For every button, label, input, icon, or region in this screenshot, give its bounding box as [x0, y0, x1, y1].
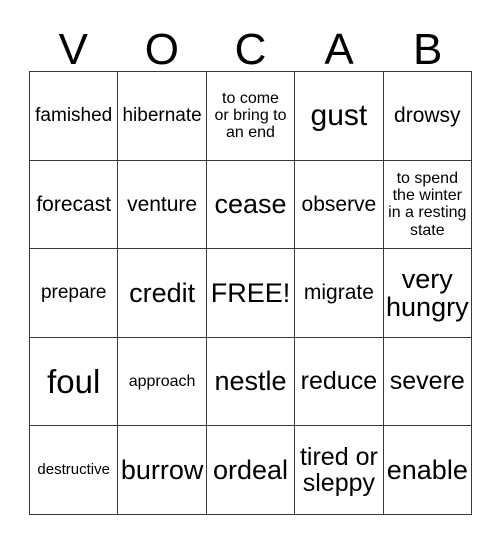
bingo-cell-label: foul: [47, 363, 101, 401]
bingo-cell-label: ordeal: [212, 455, 289, 486]
bingo-header-letter: B: [412, 25, 443, 75]
bingo-cell-label: reduce: [300, 367, 378, 396]
bingo-cell[interactable]: burrow: [118, 426, 207, 515]
bingo-cell-label: approach: [128, 372, 196, 390]
bingo-free-space-cell[interactable]: FREE!: [206, 249, 296, 338]
bingo-card: V O C A B famished hibernate to come or br…: [0, 0, 500, 544]
bingo-cell-label: severe: [389, 367, 465, 396]
bingo-cell-label: famished: [35, 104, 113, 126]
bingo-header-letter: C: [234, 25, 267, 75]
bingo-cell[interactable]: destructive: [30, 426, 119, 515]
bingo-cell[interactable]: reduce: [295, 337, 384, 427]
bingo-cell-label: FREE!: [210, 277, 291, 308]
bingo-cell[interactable]: ordeal: [206, 426, 296, 515]
bingo-cell-label: cease: [214, 189, 287, 220]
bingo-cell-label: to spend the winter in a resting state: [388, 169, 467, 239]
bingo-header-cell-1: O: [118, 16, 207, 75]
bingo-cell[interactable]: tired or sleppy: [295, 426, 384, 515]
bingo-cell[interactable]: forecast: [30, 160, 119, 250]
bingo-cell-label: destructive: [37, 461, 110, 479]
bingo-grid: famished hibernate to come or bring to an …: [29, 71, 472, 515]
bingo-cell[interactable]: famished: [30, 72, 119, 161]
bingo-header-cell-2: C: [206, 16, 295, 75]
bingo-cell-label: nestle: [214, 366, 287, 397]
bingo-cell-label: tired or sleppy: [299, 442, 378, 498]
bingo-cell[interactable]: nestle: [206, 337, 296, 427]
bingo-cell[interactable]: drowsy: [383, 72, 472, 161]
bingo-cell-label: hibernate: [122, 104, 202, 126]
bingo-cell[interactable]: foul: [30, 337, 119, 427]
bingo-header-cell-3: A: [295, 16, 384, 75]
bingo-cell-label: observe: [301, 192, 377, 216]
bingo-cell[interactable]: to come or bring to an end: [206, 72, 296, 161]
bingo-cell[interactable]: credit: [118, 249, 207, 338]
bingo-header-cell-0: V: [29, 16, 118, 75]
bingo-cell-label: venture: [127, 192, 198, 216]
bingo-cell-label: very hungry: [386, 263, 469, 322]
bingo-cell-label: enable: [386, 455, 468, 486]
bingo-cell[interactable]: hibernate: [118, 72, 207, 161]
bingo-cell[interactable]: very hungry: [383, 249, 472, 338]
bingo-cell[interactable]: approach: [118, 337, 207, 427]
bingo-cell-label: credit: [129, 277, 196, 308]
bingo-cell[interactable]: severe: [383, 337, 472, 427]
bingo-header-cell-4: B: [383, 16, 472, 75]
bingo-cell[interactable]: cease: [206, 160, 296, 250]
bingo-cell-label: burrow: [120, 455, 204, 486]
bingo-cell[interactable]: venture: [118, 160, 207, 250]
bingo-header-letter: A: [324, 25, 354, 75]
bingo-header-letter: V: [58, 25, 88, 75]
bingo-cell[interactable]: migrate: [295, 249, 384, 338]
bingo-cell[interactable]: to spend the winter in a resting state: [383, 160, 472, 250]
bingo-header-row: V O C A B: [29, 16, 472, 75]
bingo-cell-label: to come or bring to an end: [214, 89, 287, 142]
bingo-cell-label: drowsy: [394, 104, 461, 128]
bingo-header-letter: O: [144, 25, 179, 75]
bingo-cell[interactable]: gust: [295, 72, 384, 161]
bingo-cell-label: forecast: [36, 192, 112, 216]
bingo-cell[interactable]: observe: [295, 160, 384, 250]
bingo-cell[interactable]: enable: [383, 426, 472, 515]
bingo-cell-label: prepare: [40, 282, 107, 304]
bingo-cell[interactable]: prepare: [30, 249, 119, 338]
bingo-cell-label: gust: [310, 98, 368, 132]
bingo-cell-label: migrate: [303, 281, 374, 305]
